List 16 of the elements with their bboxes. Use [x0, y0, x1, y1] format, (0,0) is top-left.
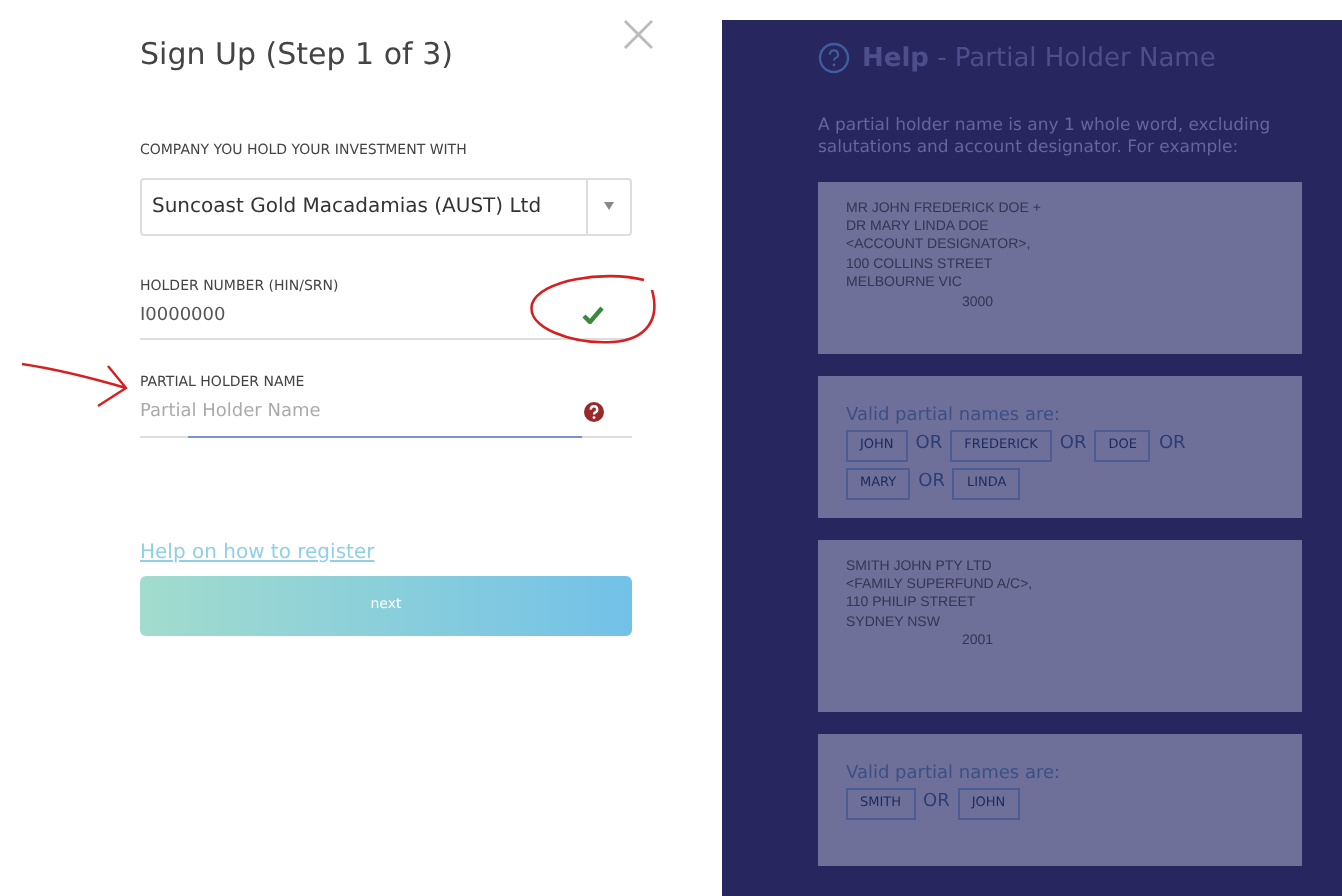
help-link[interactable]: Help on how to register — [140, 537, 375, 567]
circle-mark — [524, 272, 660, 348]
close-button[interactable]: × — [603, 4, 674, 64]
or-text: OR — [923, 790, 950, 817]
form-title: Sign Up (Step 1 of 3) — [140, 36, 455, 72]
partial-name-field[interactable]: Partial Holder Name — [140, 400, 584, 428]
help-icon — [584, 400, 604, 428]
help-icon — [818, 40, 850, 79]
or-text: OR — [1158, 432, 1186, 459]
company-select[interactable]: Suncoast Gold Macadamias (AUST) Ltd — [140, 177, 632, 235]
help-text: A partial holder name is any 1 whole word, excluding salutations and account designator. For example: — [818, 115, 1273, 160]
holder-number-field[interactable]: I0000000 — [140, 296, 632, 340]
or-text: OR — [918, 469, 945, 496]
or-text: OR — [915, 432, 943, 459]
arrow-mark — [20, 360, 132, 412]
or-text: OR — [1059, 432, 1087, 459]
